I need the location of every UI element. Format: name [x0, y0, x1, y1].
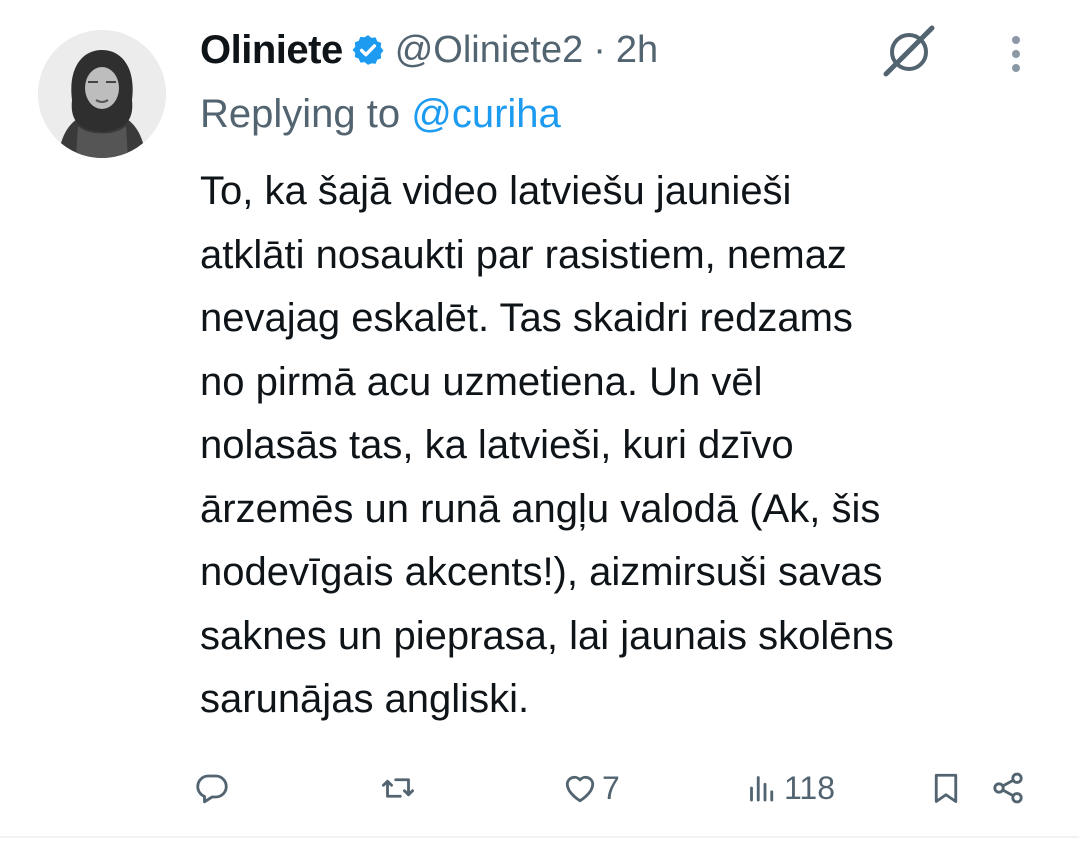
share-button[interactable]	[990, 760, 1026, 816]
author-handle[interactable]: @Oliniete2	[395, 29, 584, 72]
avatar-portrait-image	[38, 30, 166, 158]
bookmark-icon	[934, 773, 958, 803]
replying-to-line: Replying to @curiha	[200, 92, 561, 137]
tweet-divider	[0, 836, 1079, 838]
like-button[interactable]: 7	[562, 760, 620, 816]
avatar[interactable]	[38, 30, 166, 158]
verified-badge-icon	[352, 35, 384, 65]
bookmark-button[interactable]	[928, 760, 964, 816]
reply-button[interactable]	[194, 760, 230, 816]
share-icon	[993, 772, 1023, 804]
replying-to-mention[interactable]: @curiha	[411, 92, 561, 136]
replying-to-label: Replying to	[200, 92, 401, 136]
tweet-text-line: saknes un pieprasa, lai jaunais skolēns	[200, 613, 894, 658]
tweet-text-line: sarunājas angliski.	[200, 677, 530, 721]
views-icon	[750, 776, 774, 802]
tweet-timestamp[interactable]: 2h	[616, 29, 658, 72]
tweet-text-line: atklāti nosaukti par rasistiem, nemaz	[200, 232, 847, 277]
like-count: 7	[602, 769, 620, 806]
action-bar: 7 118	[0, 760, 1079, 816]
tweet-text-line: To, ka šajā video latviešu jaunieši	[200, 169, 792, 213]
tweet-text-line: no pirmā acu uzmetiena. Un vēl	[200, 359, 763, 404]
more-options-icon[interactable]	[1004, 32, 1028, 76]
tweet-text-line: ārzemēs un runā angļu valodā (Ak, šis	[200, 486, 881, 531]
views-button[interactable]: 118	[744, 760, 835, 816]
retweet-icon	[382, 778, 414, 798]
tweet-text-line: nevajag eskalēt. Tas skaidri redzams	[200, 296, 853, 340]
retweet-button[interactable]	[380, 760, 416, 816]
tweet-text-line: nodevīgais akcents!), aizmirsuši savas	[200, 550, 883, 594]
reply-icon	[196, 774, 228, 804]
separator-dot: ·	[593, 28, 606, 71]
tweet-header: Oliniete @Oliniete2 · 2h	[200, 22, 658, 78]
grok-icon[interactable]	[880, 22, 938, 80]
tweet-text: To, ka šajā video latviešu jaunieši atkl…	[200, 160, 1060, 732]
tweet-text-line: nolasās tas, ka latvieši, kuri dzīvo	[200, 423, 794, 467]
heart-icon	[565, 775, 595, 803]
author-name[interactable]: Oliniete	[200, 28, 343, 73]
views-count: 118	[784, 769, 836, 806]
